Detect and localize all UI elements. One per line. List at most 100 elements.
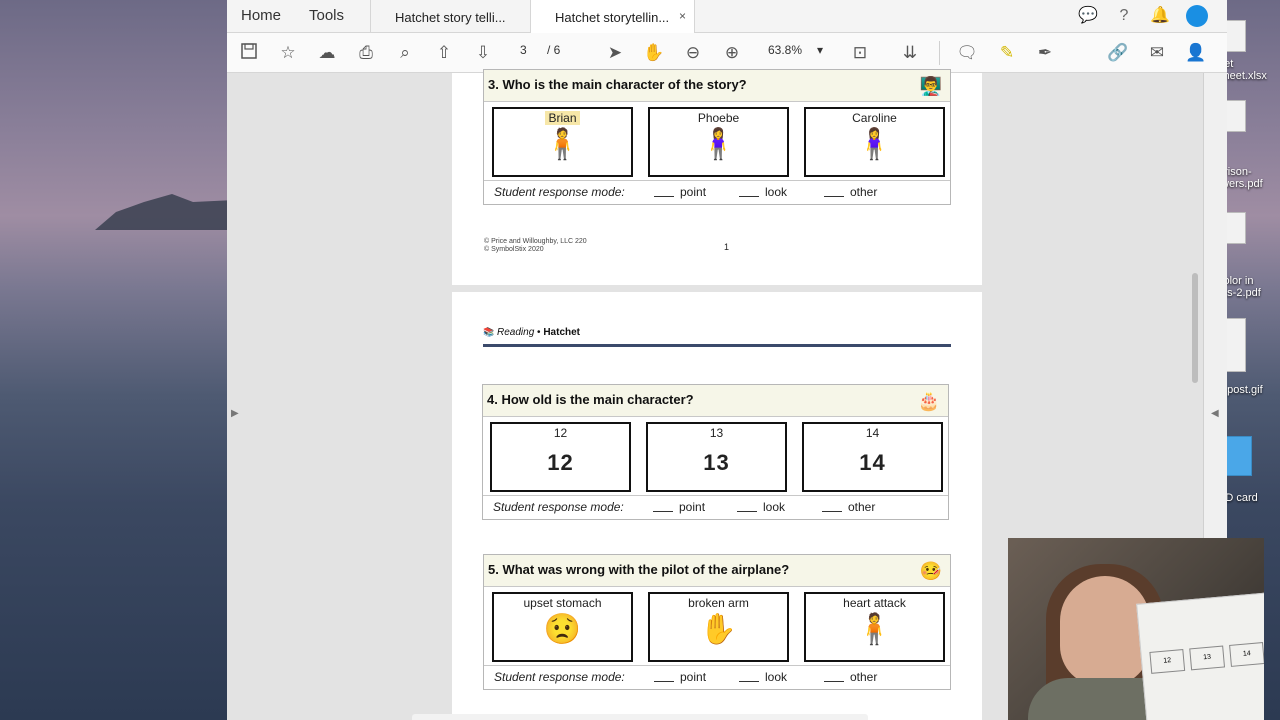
page-header: 📚 Reading • Hatchet	[483, 327, 580, 338]
sick-pilot-icon: 🤒	[919, 561, 943, 581]
sheet-cell: 12	[1149, 648, 1186, 674]
zoom-in-icon[interactable]: ⊕	[721, 42, 743, 64]
choice-heart-attack[interactable]: heart attack 🧍	[804, 592, 945, 662]
tab-hatchet-1[interactable]: Hatchet story telli...	[370, 0, 530, 33]
boy-icon: 🧍	[543, 128, 582, 161]
response-option-point[interactable]: point	[654, 185, 706, 199]
choice-label: Brian	[545, 111, 580, 125]
question-text: 4. How old is the main character?	[487, 392, 694, 407]
scrollbar-thumb[interactable]	[1192, 273, 1198, 383]
answer-choices: upset stomach 😟 broken arm ✋ heart attac…	[484, 587, 950, 665]
copyright-footer: © Price and Willoughby, LLC 220 © Symbol…	[484, 238, 587, 253]
held-worksheet: 12 13 14	[1136, 592, 1264, 720]
header-subject: Reading	[497, 327, 535, 338]
star-icon[interactable]: ☆	[277, 42, 299, 64]
page-number: 1	[724, 242, 730, 252]
choice-brian[interactable]: Brian 🧍	[492, 107, 633, 177]
bell-icon[interactable]: 🔔	[1150, 6, 1170, 26]
girl-icon: 🧍‍♀️	[855, 128, 894, 161]
sheet-cell: 14	[1229, 642, 1264, 667]
choice-13[interactable]: 13 13	[646, 422, 787, 492]
hand-tool-icon[interactable]: ✋	[643, 42, 665, 64]
choice-number: 13	[703, 450, 730, 475]
zoom-search-icon[interactable]: ⌕	[394, 42, 416, 64]
link-icon[interactable]: 🔗	[1107, 42, 1129, 64]
answer-choices: Brian 🧍 Phoebe 🧍‍♀️ Caroline 🧍‍♀️	[484, 102, 950, 180]
add-user-icon[interactable]: 👤	[1185, 42, 1207, 64]
toolbar-divider	[939, 41, 940, 65]
tools-link[interactable]: Tools	[309, 7, 344, 24]
page-up-icon[interactable]: ⇧	[433, 42, 455, 64]
response-option-point[interactable]: point	[653, 500, 705, 514]
home-link[interactable]: Home	[241, 7, 281, 24]
zoom-level[interactable]: 63.8%	[768, 43, 802, 57]
sick-face-icon: 😟	[543, 613, 582, 646]
response-option-other[interactable]: other	[824, 670, 877, 684]
sheet-cell: 13	[1189, 645, 1226, 671]
highlight-icon[interactable]: ✎	[996, 42, 1018, 64]
arm-icon: ✋	[699, 613, 738, 646]
choice-broken-arm[interactable]: broken arm ✋	[648, 592, 789, 662]
desktop-file-pdf-1[interactable]: orison- .wers.pdf	[1218, 166, 1278, 190]
response-option-look[interactable]: look	[739, 185, 787, 199]
response-option-look[interactable]: look	[739, 670, 787, 684]
choice-12[interactable]: 12 12	[490, 422, 631, 492]
desktop-sd-card[interactable]: SD card	[1218, 492, 1278, 504]
left-panel-toggle-icon[interactable]: ▶	[231, 408, 239, 419]
choice-label: 13	[709, 426, 724, 440]
island-silhouette	[95, 194, 235, 230]
question-text: 5. What was wrong with the pilot of the …	[488, 562, 790, 577]
desktop-file-gif[interactable]: x-post.gif	[1218, 384, 1278, 396]
answer-choices: 12 12 13 13 14 14	[483, 417, 948, 495]
response-mode-label: Student response mode:	[493, 500, 624, 514]
question-box: 4. How old is the main character? 🎂 12 1…	[482, 384, 949, 520]
save-icon[interactable]	[238, 42, 260, 64]
response-mode-row: Student response mode: point look other	[484, 180, 950, 204]
choice-label: upset stomach	[523, 596, 602, 610]
choice-phoebe[interactable]: Phoebe 🧍‍♀️	[648, 107, 789, 177]
comment-icon[interactable]: 🗨	[956, 42, 978, 64]
chevron-down-icon[interactable]: ▾	[817, 43, 823, 57]
sign-icon[interactable]: ✒	[1034, 42, 1056, 64]
response-mode-row: Student response mode: point look other	[483, 495, 948, 519]
zoom-out-icon[interactable]: ⊖	[682, 42, 704, 64]
toolbar: ☆ ☁ ⎙ ⌕ ⇧ ⇩ 3 / 6 ➤ ✋ ⊖ ⊕ 63.8% ▾ ⊡ ⇊ 🗨 …	[227, 33, 1227, 73]
chat-icon[interactable]: 💬	[1078, 6, 1098, 26]
desktop-file-pdf-2[interactable]: color in ets-2.pdf	[1218, 275, 1278, 299]
question-box: 5. What was wrong with the pilot of the …	[483, 554, 951, 690]
upload-icon[interactable]: ☁	[316, 42, 338, 64]
page-total: / 6	[547, 43, 561, 57]
tab-hatchet-2[interactable]: Hatchet storytellin... ×	[530, 0, 695, 33]
book-icon: 📚	[483, 327, 495, 337]
page-down-icon[interactable]: ⇩	[472, 42, 494, 64]
print-icon[interactable]: ⎙	[355, 42, 377, 64]
email-icon[interactable]: ✉	[1146, 42, 1168, 64]
help-icon[interactable]: ?	[1114, 6, 1134, 26]
choice-number: 14	[859, 450, 886, 475]
choice-upset-stomach[interactable]: upset stomach 😟	[492, 592, 633, 662]
desktop-file-xlsx[interactable]: get sheet.xlsx	[1218, 58, 1278, 82]
profile-avatar[interactable]	[1186, 5, 1208, 27]
choice-caroline[interactable]: Caroline 🧍‍♀️	[804, 107, 945, 177]
tab-label: Hatchet story telli...	[395, 10, 506, 25]
response-option-other[interactable]: other	[822, 500, 875, 514]
select-cursor-icon[interactable]: ➤	[604, 42, 626, 64]
choice-label: broken arm	[688, 596, 749, 610]
close-icon[interactable]: ×	[679, 9, 686, 23]
webcam-overlay: 12 13 14	[1008, 538, 1264, 720]
choice-label: heart attack	[843, 596, 906, 610]
choice-label: Phoebe	[697, 111, 740, 125]
scroll-mode-icon[interactable]: ⇊	[899, 42, 921, 64]
choice-label: Caroline	[852, 111, 897, 125]
right-panel-toggle-icon[interactable]: ◀	[1211, 408, 1219, 419]
birthday-cake-icon: 🎂	[917, 391, 941, 411]
header-title: Hatchet	[543, 327, 581, 338]
choice-number: 12	[547, 450, 574, 475]
heart-attack-icon: 🧍	[855, 613, 894, 646]
response-option-other[interactable]: other	[824, 185, 877, 199]
response-option-point[interactable]: point	[654, 670, 706, 684]
page-number-input[interactable]: 3	[520, 43, 527, 57]
choice-14[interactable]: 14 14	[802, 422, 943, 492]
response-option-look[interactable]: look	[737, 500, 785, 514]
fit-page-icon[interactable]: ⊡	[849, 42, 871, 64]
